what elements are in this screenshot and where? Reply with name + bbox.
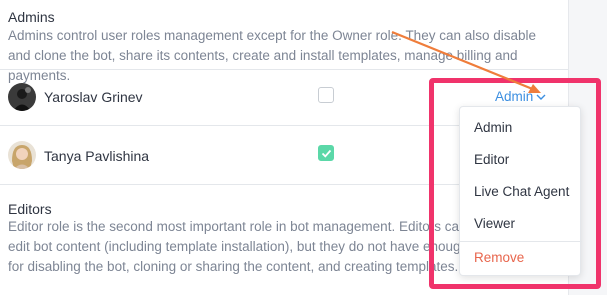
role-dropdown-menu: Admin Editor Live Chat Agent Viewer Remo… [459, 106, 582, 276]
editors-title: Editors [8, 201, 52, 217]
admins-description: Admins control user roles management exc… [8, 28, 537, 83]
menu-item-admin[interactable]: Admin [474, 120, 512, 135]
divider [0, 69, 568, 70]
menu-item-remove[interactable]: Remove [474, 250, 524, 265]
menu-divider [460, 241, 582, 242]
menu-item-editor[interactable]: Editor [474, 152, 509, 167]
admins-title: Admins [8, 9, 55, 25]
check-icon [321, 149, 332, 158]
user-name: Yaroslav Grinev [44, 89, 143, 105]
role-select-label: Admin [495, 89, 534, 104]
avatar [8, 83, 36, 111]
avatar [8, 141, 36, 169]
menu-item-viewer[interactable]: Viewer [474, 216, 515, 231]
role-dropdown-toggle[interactable]: Admin [495, 89, 546, 104]
role-checkbox-checked[interactable] [318, 145, 334, 161]
menu-item-live-chat-agent[interactable]: Live Chat Agent [474, 184, 569, 199]
role-checkbox[interactable] [318, 87, 334, 103]
chevron-down-icon [536, 94, 546, 100]
user-name: Tanya Pavlishina [44, 148, 150, 164]
